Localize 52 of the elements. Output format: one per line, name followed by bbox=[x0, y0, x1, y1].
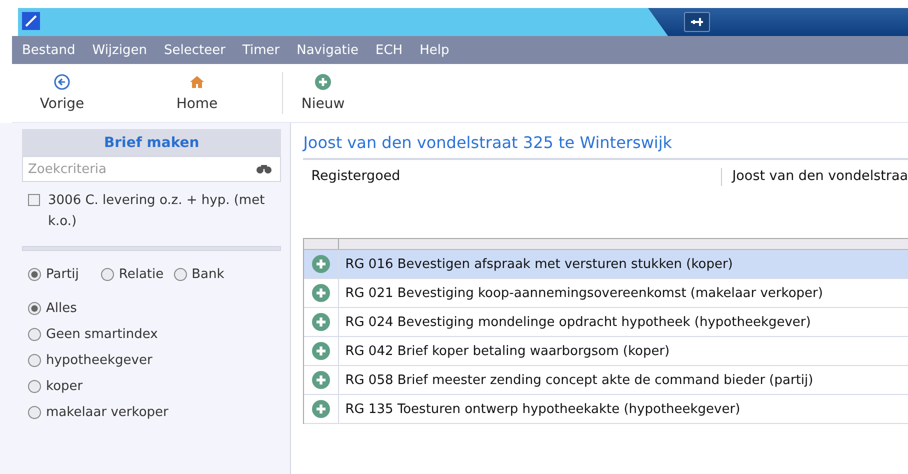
checkbox-label: 3006 C. levering o.z. + hyp. (met k.o.) bbox=[48, 192, 266, 231]
radio-label: hypotheekgever bbox=[46, 352, 152, 370]
binoculars-icon[interactable] bbox=[256, 164, 272, 174]
radio-label: koper bbox=[46, 378, 83, 396]
table-row[interactable]: RG 024 Bevestiging mondelinge opdracht hypotheek (hypotheekgever) bbox=[304, 308, 908, 337]
radio-button[interactable] bbox=[28, 354, 41, 366]
page-title: Joost van den vondelstraat 325 te Winterswijk bbox=[303, 133, 908, 160]
radio-label: Geen smartindex bbox=[46, 326, 158, 344]
table-row[interactable]: RG 016 Bevestigen afspraak met versturen stukken (koper) bbox=[304, 250, 908, 279]
toolbar-button[interactable]: Nieuw bbox=[283, 64, 363, 122]
radio-label: Bank bbox=[192, 266, 224, 284]
table-row[interactable]: RG 042 Brief koper betaling waarborgsom (koper) bbox=[304, 337, 908, 366]
pin-button[interactable] bbox=[684, 12, 710, 32]
row-text: RG 016 Bevestigen afspraak met versturen stukken (koper) bbox=[344, 256, 733, 272]
toolbar-button[interactable]: Home bbox=[112, 64, 282, 122]
radio-label: Alles bbox=[46, 300, 77, 318]
home-icon bbox=[189, 74, 205, 90]
app-icon bbox=[22, 12, 40, 30]
table-row[interactable]: RG 058 Brief meester zending concept akte de command bieder (partij) bbox=[304, 366, 908, 395]
row-text: RG 058 Brief meester zending concept akte de command bieder (partij) bbox=[344, 372, 814, 388]
add-icon[interactable] bbox=[312, 371, 330, 389]
row-text: RG 024 Bevestiging mondelinge opdracht hypotheek (hypotheekgever) bbox=[344, 314, 811, 330]
add-icon[interactable] bbox=[312, 284, 330, 302]
add-icon bbox=[315, 74, 331, 90]
info-value: Joost van den vondelstraa bbox=[721, 168, 908, 186]
add-icon[interactable] bbox=[312, 400, 330, 418]
table-row[interactable]: RG 021 Bevestiging koop-aannemingsovereenkomst (makelaar verkoper) bbox=[304, 279, 908, 308]
row-text: RG 042 Brief koper betaling waarborgsom (koper) bbox=[344, 344, 670, 358]
back-icon bbox=[54, 74, 70, 90]
radio-label: Partij bbox=[46, 266, 79, 284]
radio-button[interactable] bbox=[28, 328, 41, 340]
checkbox[interactable] bbox=[28, 194, 40, 206]
radio-button[interactable] bbox=[174, 268, 187, 280]
radio-label: Relatie bbox=[118, 266, 164, 284]
info-label: Registergoed bbox=[311, 168, 402, 186]
search-field[interactable]: Zoekcriteria bbox=[22, 156, 282, 182]
radio-label: makelaar verkoper bbox=[46, 404, 168, 422]
toolbar-button[interactable]: Vorige bbox=[12, 64, 112, 122]
table-row[interactable]: RG 135 Toesturen ontwerp hypotheekakte (hypotheekgever) bbox=[304, 395, 908, 424]
pin-icon[interactable] bbox=[690, 17, 704, 27]
search-input[interactable]: Zoekcriteria bbox=[28, 157, 256, 181]
add-icon[interactable] bbox=[312, 342, 330, 360]
add-icon[interactable] bbox=[312, 313, 330, 331]
radio-button[interactable] bbox=[100, 268, 114, 280]
row-text: RG 021 Bevestiging koop-aannemingsovereenkomst (makelaar verkoper) bbox=[344, 286, 823, 300]
radio-button[interactable] bbox=[28, 302, 41, 314]
radio-button[interactable] bbox=[28, 380, 41, 392]
radio-button[interactable] bbox=[28, 268, 41, 280]
row-text: RG 135 Toesturen ontwerp hypotheekakte (hypotheekgever) bbox=[344, 402, 740, 416]
add-icon[interactable] bbox=[312, 255, 330, 273]
panel-title: Brief maken bbox=[22, 129, 282, 156]
radio-button[interactable] bbox=[28, 406, 41, 418]
